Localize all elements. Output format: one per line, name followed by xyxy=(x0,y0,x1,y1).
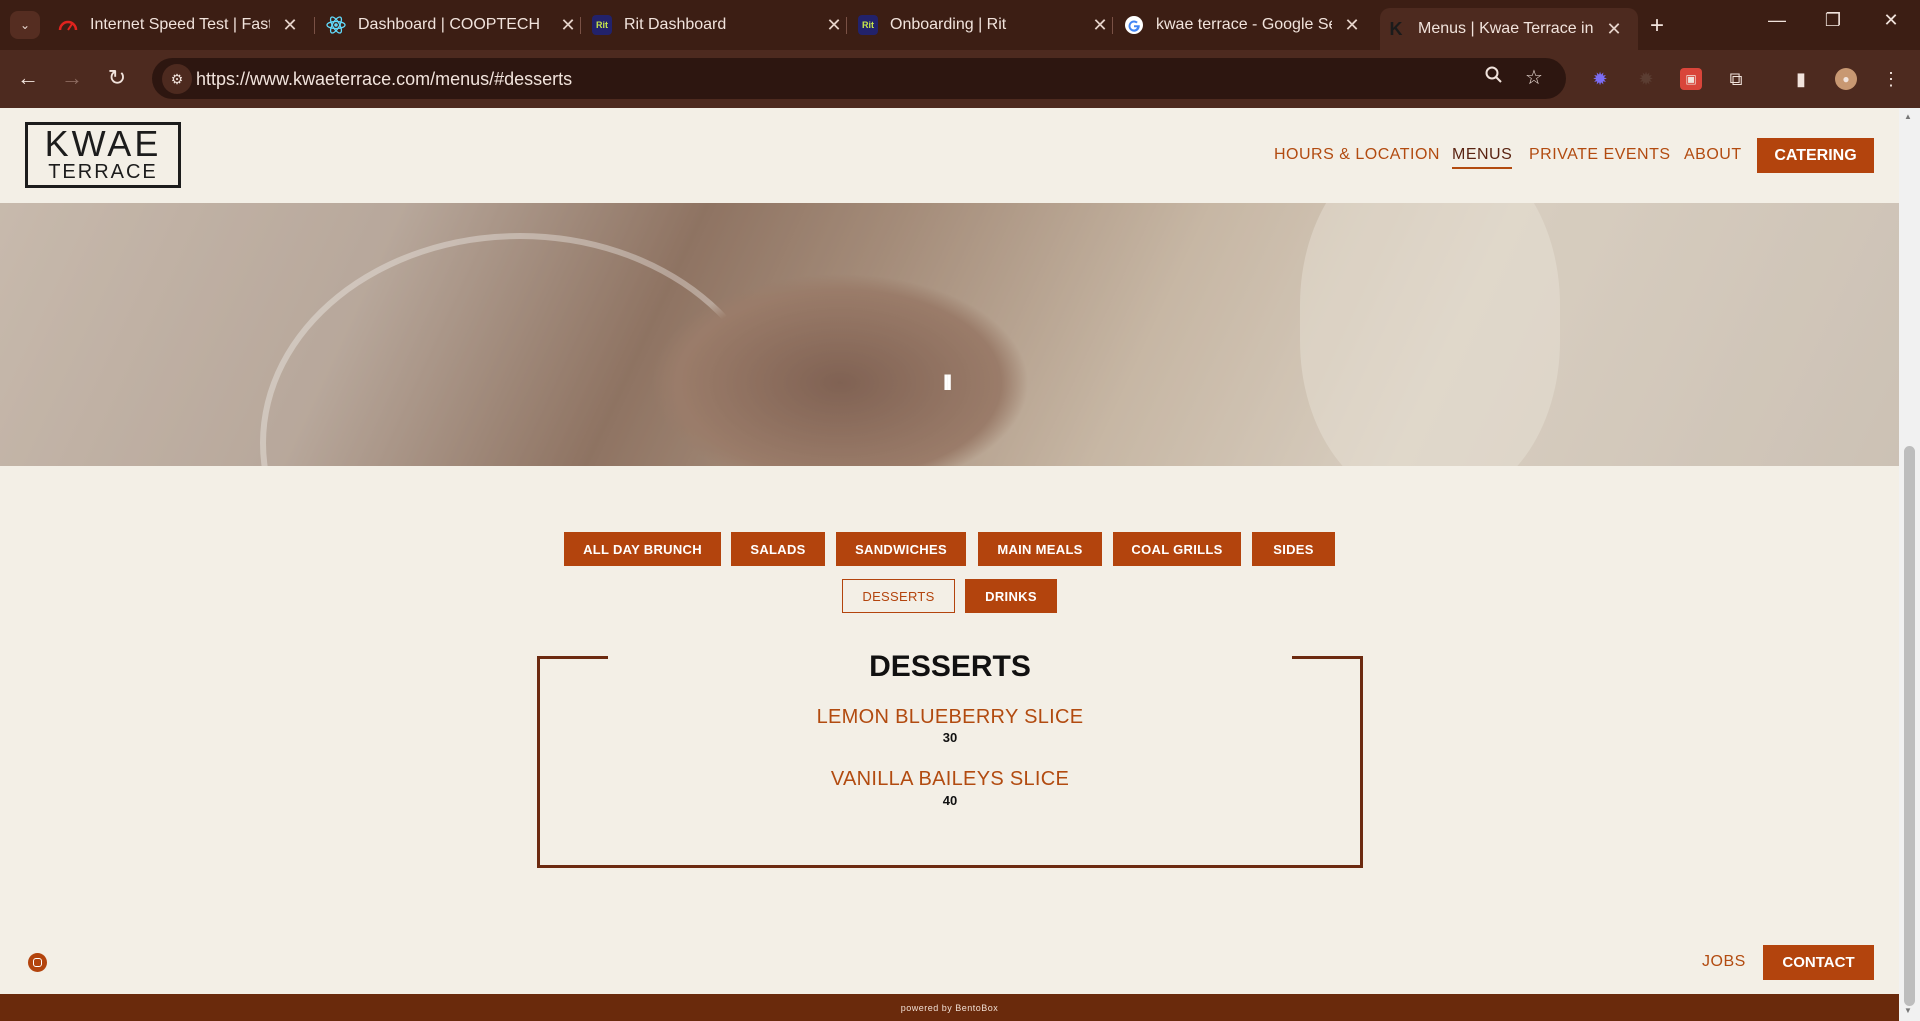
category-sandwiches[interactable]: SANDWICHES xyxy=(836,532,966,566)
close-tab-icon[interactable]: ✕ xyxy=(280,15,300,36)
powered-by-bentobox[interactable]: powered by BentoBox xyxy=(901,1003,999,1013)
category-all-day-brunch[interactable]: ALL DAY BRUNCH xyxy=(564,532,721,566)
tab-divider xyxy=(1112,17,1113,34)
tab-rit-onboarding[interactable]: Rit Onboarding | Rit ✕ xyxy=(852,8,1110,42)
instagram-icon[interactable] xyxy=(28,953,47,972)
tab-divider xyxy=(846,17,847,34)
extension-red-icon[interactable]: ▣ xyxy=(1680,68,1702,90)
bookmark-star-icon[interactable]: ☆ xyxy=(1525,65,1543,90)
tab-title: Menus | Kwae Terrace in Accra xyxy=(1418,20,1594,37)
kwae-terrace-logo[interactable]: KWAE TERRACE xyxy=(25,122,181,188)
close-tab-icon[interactable]: ✕ xyxy=(1342,15,1362,36)
tab-divider xyxy=(580,17,581,34)
scrollbar-thumb[interactable] xyxy=(1904,446,1915,1006)
scroll-down-arrow-icon[interactable]: ▼ xyxy=(1904,1006,1912,1015)
category-drinks[interactable]: DRINKS xyxy=(965,579,1057,613)
tab-title: Onboarding | Rit xyxy=(890,16,1007,33)
site-header: KWAE TERRACE HOURS & LOCATION MENUS PRIV… xyxy=(0,108,1899,203)
category-salads[interactable]: SALADS xyxy=(731,532,825,566)
jobs-link[interactable]: JOBS xyxy=(1702,953,1746,971)
menu-item-price: 30 xyxy=(942,730,958,745)
contact-button[interactable]: CONTACT xyxy=(1763,945,1874,980)
logo-line-2: TERRACE xyxy=(48,161,158,183)
tab-fast[interactable]: Internet Speed Test | Fast.com ✕ xyxy=(52,8,300,42)
tab-search-chevron-icon[interactable]: ⌄ xyxy=(10,11,40,39)
google-g-icon xyxy=(1124,15,1144,35)
nav-hours-location[interactable]: HOURS & LOCATION xyxy=(1274,146,1440,164)
menu-section-frame xyxy=(537,656,1363,868)
tab-cooptech[interactable]: Dashboard | COOPTECH ✕ xyxy=(320,8,578,42)
close-tab-icon[interactable]: ✕ xyxy=(558,15,578,36)
extension-dark-icon[interactable]: ✹ xyxy=(1635,68,1657,90)
new-tab-plus-icon[interactable]: + xyxy=(1650,12,1664,40)
forward-arrow-icon[interactable]: → xyxy=(57,65,87,91)
nav-menus[interactable]: MENUS xyxy=(1452,146,1513,169)
extensions-puzzle-icon[interactable]: ⧉ xyxy=(1725,68,1747,90)
side-panel-icon[interactable]: ▮ xyxy=(1790,68,1812,90)
tab-divider xyxy=(314,17,315,34)
tab-title: kwae terrace - Google Search xyxy=(1156,16,1332,33)
close-window-icon[interactable]: ✕ xyxy=(1876,10,1906,31)
page-scrollbar[interactable]: ▲ ▼ xyxy=(1899,108,1920,1021)
menu-item-price: 40 xyxy=(942,793,958,808)
address-bar[interactable]: ⚙ https://www.kwaeterrace.com/menus/#des… xyxy=(152,58,1566,99)
reload-icon[interactable]: ↻ xyxy=(102,65,132,91)
logo-line-1: KWAE xyxy=(44,123,162,164)
category-desserts[interactable]: DESSERTS xyxy=(842,579,955,613)
nav-private-events[interactable]: PRIVATE EVENTS xyxy=(1529,146,1671,164)
close-tab-icon[interactable]: ✕ xyxy=(824,15,844,36)
restore-icon[interactable]: ❐ xyxy=(1818,10,1848,31)
fast-speedometer-icon xyxy=(58,15,78,35)
nav-about[interactable]: ABOUT xyxy=(1684,146,1742,164)
browser-tab-bar: ⌄ Internet Speed Test | Fast.com ✕ Dashb… xyxy=(0,0,1920,50)
menu-section-title: DESSERTS xyxy=(869,650,1031,683)
category-coal-grills[interactable]: COAL GRILLS xyxy=(1113,532,1241,566)
close-tab-icon[interactable]: ✕ xyxy=(1604,19,1624,40)
catering-button[interactable]: CATERING xyxy=(1757,138,1874,173)
tab-title: Rit Dashboard xyxy=(624,16,727,33)
browser-toolbar: ← → ↻ ⚙ https://www.kwaeterrace.com/menu… xyxy=(0,50,1920,108)
rit-icon: Rit xyxy=(592,15,612,35)
menu-item-name: LEMON BLUEBERRY SLICE xyxy=(816,706,1084,728)
rit-icon: Rit xyxy=(858,15,878,35)
tab-kwae-menus[interactable]: K Menus | Kwae Terrace in Accra ✕ xyxy=(1380,8,1638,50)
close-tab-icon[interactable]: ✕ xyxy=(1090,15,1110,36)
powered-by-bar: powered by BentoBox xyxy=(0,994,1899,1021)
kwae-k-icon: K xyxy=(1389,18,1403,39)
tab-rit-dashboard[interactable]: Rit Rit Dashboard ✕ xyxy=(586,8,844,42)
more-menu-icon[interactable]: ⋮ xyxy=(1880,68,1902,90)
hero-overlay xyxy=(0,203,1899,466)
category-main-meals[interactable]: MAIN MEALS xyxy=(978,532,1102,566)
site-info-tune-icon[interactable]: ⚙ xyxy=(162,64,192,94)
profile-avatar-icon[interactable]: ● xyxy=(1835,68,1857,90)
category-sides[interactable]: SIDES xyxy=(1252,532,1335,566)
minimize-icon[interactable]: — xyxy=(1762,10,1792,31)
react-atom-icon xyxy=(326,15,346,35)
tab-title: Internet Speed Test | Fast.com xyxy=(90,16,270,33)
scroll-up-arrow-icon[interactable]: ▲ xyxy=(1904,112,1912,121)
tab-title: Dashboard | COOPTECH xyxy=(358,16,540,33)
hero-video xyxy=(0,203,1899,466)
back-arrow-icon[interactable]: ← xyxy=(13,65,43,91)
tab-google-search[interactable]: kwae terrace - Google Search ✕ xyxy=(1118,8,1362,42)
video-pause-icon[interactable]: II xyxy=(943,370,952,396)
extension-sparkle-icon[interactable]: ✹ xyxy=(1589,68,1611,90)
zoom-magnifier-icon[interactable] xyxy=(1484,65,1504,91)
menu-item-name: VANILLA BAILEYS SLICE xyxy=(830,768,1070,790)
url-text[interactable]: https://www.kwaeterrace.com/menus/#desse… xyxy=(196,69,572,90)
